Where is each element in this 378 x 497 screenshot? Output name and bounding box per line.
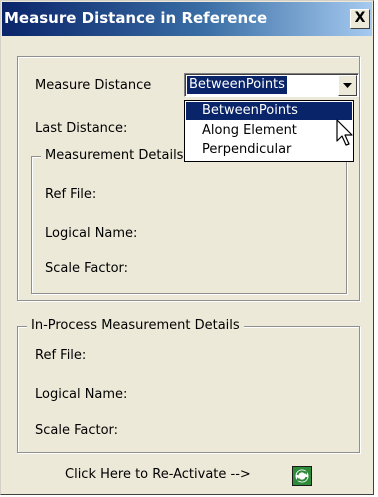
- dropdown-option-betweenpoints[interactable]: BetweenPoints: [186, 102, 352, 120]
- logical-name-label: Logical Name:: [45, 226, 138, 241]
- dropdown-option-perpendicular[interactable]: Perpendicular: [186, 141, 352, 159]
- measure-distance-dialog: Measure Distance in Reference X Measure …: [0, 0, 374, 495]
- window-title: Measure Distance in Reference: [4, 9, 268, 27]
- in-process-ref-file-label: Ref File:: [35, 348, 87, 363]
- measure-distance-select[interactable]: BetweenPoints: [184, 73, 359, 97]
- title-bar[interactable]: Measure Distance in Reference X: [2, 2, 372, 36]
- close-icon: X: [354, 10, 366, 26]
- mouse-pointer-icon: [336, 119, 353, 146]
- in-process-details-legend: In-Process Measurement Details: [27, 318, 244, 333]
- measure-distance-dropdown-list: BetweenPoints Along Element Perpendicula…: [184, 100, 354, 162]
- measure-distance-label: Measure Distance: [35, 78, 152, 93]
- in-process-logical-name-label: Logical Name:: [35, 387, 128, 402]
- last-distance-label: Last Distance:: [35, 121, 128, 136]
- reactivate-label: Click Here to Re-Activate -->: [65, 467, 251, 482]
- dropdown-option-along-element[interactable]: Along Element: [186, 122, 352, 140]
- reactivate-icon[interactable]: [292, 466, 312, 486]
- close-button[interactable]: X: [350, 9, 370, 29]
- refresh-arrows-icon: [295, 469, 309, 483]
- dropdown-arrow-button[interactable]: [338, 75, 357, 96]
- in-process-scale-factor-label: Scale Factor:: [35, 423, 119, 438]
- measurement-details-legend: Measurement Details: [41, 148, 188, 163]
- measure-distance-value: BetweenPoints: [187, 76, 287, 94]
- chevron-down-icon: [343, 83, 352, 88]
- scale-factor-label: Scale Factor:: [45, 261, 129, 276]
- ref-file-label: Ref File:: [45, 187, 97, 202]
